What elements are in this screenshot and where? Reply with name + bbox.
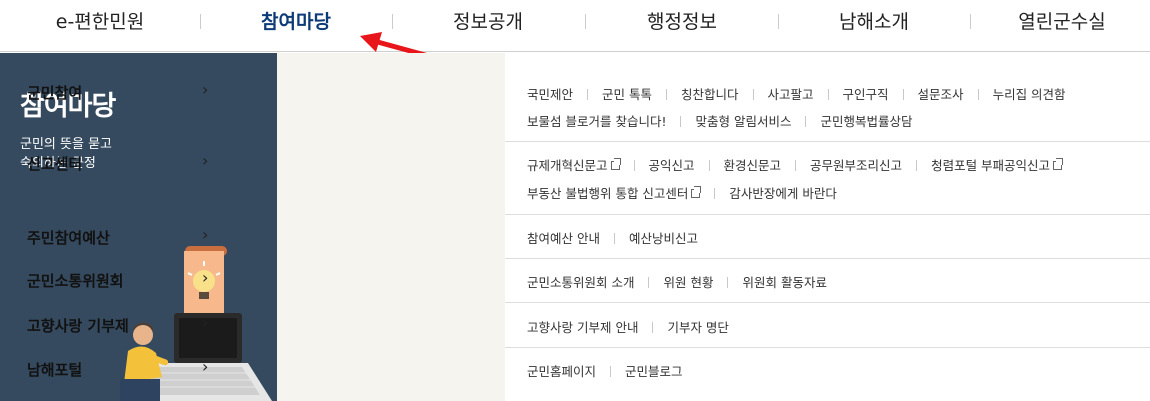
- link-separator: [587, 89, 589, 100]
- chevron-right-icon: ›: [202, 151, 209, 170]
- link-line: 군민소통위원회 소개 위원 현황 위원회 활동자료: [527, 272, 827, 292]
- link-separator: [648, 277, 650, 288]
- link-line: 참여예산 안내 예산낭비신고: [527, 228, 698, 248]
- nav-item-open-mayor-office[interactable]: 열린군수실: [972, 0, 1150, 52]
- submenu-link[interactable]: 위원 현황: [663, 272, 713, 291]
- submenu-link[interactable]: 공익신고: [649, 155, 695, 174]
- category-citizen-participation[interactable]: 군민참여 ›: [0, 80, 228, 102]
- link-separator: [613, 233, 615, 244]
- chevron-right-icon: ›: [202, 80, 209, 99]
- link-separator: [652, 322, 654, 333]
- submenu-link[interactable]: 환경신문고: [724, 155, 782, 174]
- submenu-link[interactable]: 군민행복법률상담: [820, 111, 912, 130]
- submenu-link[interactable]: 청렴포털 부패공익신고: [931, 155, 1064, 174]
- link-separator: [714, 188, 716, 199]
- nav-separator: [585, 14, 586, 29]
- external-link-icon: [610, 158, 621, 170]
- submenu-link[interactable]: 감사반장에게 바란다: [729, 183, 836, 202]
- link-line: 규제개혁신문고 공익신고 환경신문고 공무원부조리신고 청렴포털 부패공익신고: [527, 155, 1064, 175]
- nav-separator: [778, 14, 779, 29]
- category-namhae-portal[interactable]: 남해포털 ›: [0, 357, 228, 379]
- nav-item-namhae-intro[interactable]: 남해소개: [784, 0, 964, 52]
- row-divider: [505, 141, 1150, 142]
- chevron-right-icon: ›: [202, 268, 209, 287]
- nav-separator: [970, 14, 971, 29]
- submenu-link[interactable]: 군민블로그: [625, 361, 683, 380]
- chevron-right-icon: ›: [202, 357, 209, 376]
- submenu-link[interactable]: 칭찬합니다: [681, 84, 739, 103]
- row-divider: [505, 214, 1150, 215]
- nav-item-admin-info[interactable]: 행정정보: [592, 0, 772, 52]
- external-link-icon: [1053, 158, 1064, 170]
- link-separator: [977, 89, 979, 100]
- link-separator: [795, 160, 797, 171]
- category-label: 군민참여: [27, 84, 83, 102]
- link-line: 보물섬 블로거를 찾습니다! 맞춤형 알림서비스 군민행복법률상담: [527, 111, 912, 131]
- nav-separator: [392, 14, 393, 29]
- submenu-link[interactable]: 국민제안: [527, 84, 573, 103]
- nav-separator: [200, 14, 201, 29]
- link-separator: [902, 89, 904, 100]
- link-line: 군민홈페이지 군민블로그: [527, 361, 683, 381]
- submenu-link[interactable]: 사고팔고: [768, 84, 814, 103]
- submenu-link[interactable]: 공무원부조리신고: [810, 155, 902, 174]
- category-communication-committee[interactable]: 군민소통위원회 ›: [0, 268, 228, 290]
- link-separator: [752, 89, 754, 100]
- link-separator: [680, 116, 682, 127]
- chevron-right-icon: ›: [202, 313, 209, 332]
- category-label: 남해포털: [27, 361, 83, 379]
- submenu-link[interactable]: 누리집 의견함: [993, 84, 1066, 103]
- submenu-link[interactable]: 참여예산 안내: [527, 228, 600, 247]
- submenu-link[interactable]: 규제개혁신문고: [527, 155, 621, 174]
- submenu-link[interactable]: 고향사랑 기부제 안내: [527, 317, 638, 336]
- category-label: 군민소통위원회: [27, 272, 124, 290]
- link-line: 고향사랑 기부제 안내 기부자 명단: [527, 317, 729, 337]
- submenu-link[interactable]: 보물섬 블로거를 찾습니다!: [527, 111, 666, 130]
- submenu-link[interactable]: 군민 톡톡: [602, 84, 652, 103]
- row-divider: [505, 258, 1150, 259]
- category-label: 고향사랑 기부제: [27, 317, 129, 335]
- category-report-center[interactable]: 신고센터 ›: [0, 151, 228, 173]
- link-line: 부동산 불법행위 통합 신고센터 감사반장에게 바란다: [527, 183, 837, 203]
- submenu-link[interactable]: 예산낭비신고: [629, 228, 698, 247]
- link-separator: [666, 89, 667, 100]
- submenu-category-column: [277, 53, 505, 401]
- row-divider: [505, 347, 1150, 348]
- row-divider: [505, 302, 1150, 303]
- link-separator: [916, 160, 918, 171]
- link-separator: [727, 277, 729, 288]
- category-participatory-budget[interactable]: 주민참여예산 ›: [0, 225, 228, 247]
- category-label: 신고센터: [27, 155, 83, 173]
- submenu-link[interactable]: 군민홈페이지: [527, 361, 596, 380]
- submenu-link[interactable]: 부동산 불법행위 통합 신고센터: [527, 183, 702, 202]
- link-line: 국민제안 군민 톡톡 칭찬합니다 사고팔고 구인구직 설문조사 누리집 의견함: [527, 84, 1066, 104]
- link-separator: [827, 89, 829, 100]
- submenu-link[interactable]: 설문조사: [918, 84, 964, 103]
- submenu-link[interactable]: 구인구직: [843, 84, 889, 103]
- submenu-link[interactable]: 군민소통위원회 소개: [527, 272, 634, 291]
- link-separator: [633, 160, 635, 171]
- chevron-right-icon: ›: [202, 225, 209, 244]
- submenu-link[interactable]: 위원회 활동자료: [742, 272, 826, 291]
- link-separator: [805, 116, 807, 127]
- top-navigation: e-편한민원 참여마당 정보공개 행정정보 남해소개 열린군수실: [0, 0, 1150, 52]
- nav-item-e-civil[interactable]: e-편한민원: [10, 0, 190, 52]
- category-label: 주민참여예산: [27, 229, 110, 247]
- submenu-link[interactable]: 맞춤형 알림서비스: [695, 111, 791, 130]
- submenu-link[interactable]: 기부자 명단: [667, 317, 728, 336]
- category-hometown-donation[interactable]: 고향사랑 기부제 ›: [0, 313, 228, 335]
- link-separator: [610, 366, 612, 377]
- external-link-icon: [691, 186, 702, 198]
- link-separator: [708, 160, 710, 171]
